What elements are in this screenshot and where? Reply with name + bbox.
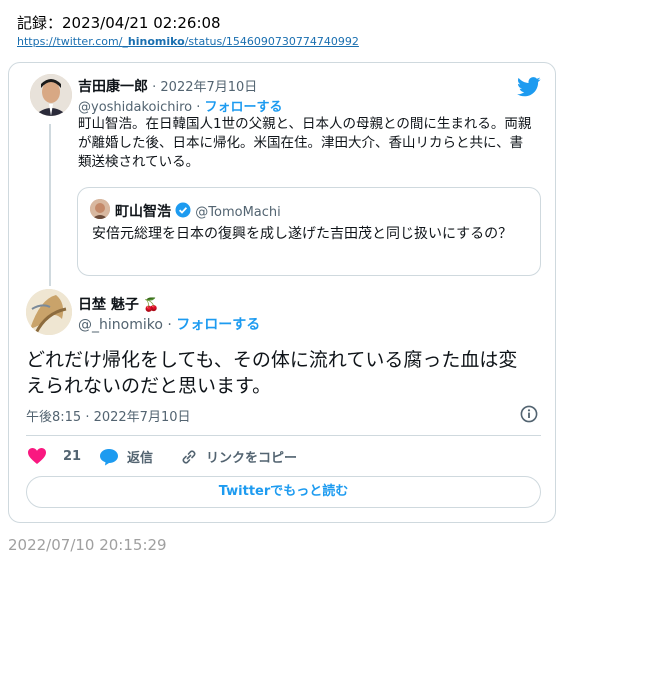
follow-button[interactable]: フォローする: [176, 317, 260, 333]
info-icon[interactable]: [520, 405, 538, 423]
link-icon: [182, 449, 196, 464]
quoted-author-handle: @TomoMachi: [195, 205, 281, 220]
quoted-tweet-header: 町山智浩 @TomoMachi: [115, 201, 281, 221]
main-tweet-text: どれだけ帰化をしても、その体に流れている腐った血は変えられないのだと思います。: [26, 349, 518, 397]
heart-icon: [28, 448, 46, 464]
twitter-bird-icon[interactable]: [517, 77, 541, 97]
parent-tweet-text: 町山智浩。在日韓国人1世の父親と、日本人の母親との間に生まれる。両親が離婚した後…: [78, 116, 532, 170]
cherry-emoji: 🍒: [143, 298, 160, 313]
copy-link-label: リンクをコピー: [206, 451, 298, 466]
avatar-tomomachi: [90, 199, 110, 219]
reply-icon: [100, 448, 118, 465]
quoted-tweet-text: 安倍元総理を日本の復興を成し遂げた吉田茂と同じ扱いにするの？: [92, 226, 513, 242]
quoted-author-name: 町山智浩: [115, 204, 171, 220]
reply-action[interactable]: 返信: [99, 447, 153, 466]
thread-connector: [49, 124, 51, 286]
copy-link-action[interactable]: リンクをコピー: [180, 447, 297, 466]
parent-tweet-header: 吉田康一郎 · 2022年7月10日: [78, 76, 257, 96]
main-handle-row: @_hinomiko · フォローする: [78, 317, 261, 333]
main-author-handle[interactable]: @_hinomiko: [78, 317, 163, 333]
avatar-yoshidakoichiro[interactable]: [30, 74, 72, 116]
main-author-name[interactable]: 日埜 魅子: [78, 297, 139, 313]
like-action[interactable]: 21: [27, 447, 81, 465]
parent-author-name[interactable]: 吉田康一郎: [78, 79, 148, 95]
record-timestamp: 記録：2023/04/21 02:26:08: [17, 14, 221, 32]
reply-label: 返信: [127, 451, 154, 466]
parent-tweet-date[interactable]: · 2022年7月10日: [152, 80, 257, 95]
source-link[interactable]: https://twitter.com/_hinomiko/status/154…: [17, 35, 359, 48]
follow-button[interactable]: フォローする: [205, 100, 283, 115]
avatar-hinomiko[interactable]: [26, 289, 72, 335]
main-tweet-timestamp[interactable]: 午後8:15 · 2022年7月10日: [26, 406, 191, 425]
verified-icon: [175, 202, 191, 218]
capture-date: 2022/07/10 20:15:29: [8, 536, 167, 554]
main-tweet-header: 日埜 魅子 🍒: [78, 294, 159, 314]
parent-handle-row: @yoshidakoichiro · フォローする: [78, 100, 283, 115]
read-more-button[interactable]: Twitterでもっと読む: [26, 476, 541, 508]
divider: [26, 435, 541, 436]
like-count: 21: [63, 448, 82, 464]
parent-author-handle[interactable]: @yoshidakoichiro: [78, 100, 192, 115]
